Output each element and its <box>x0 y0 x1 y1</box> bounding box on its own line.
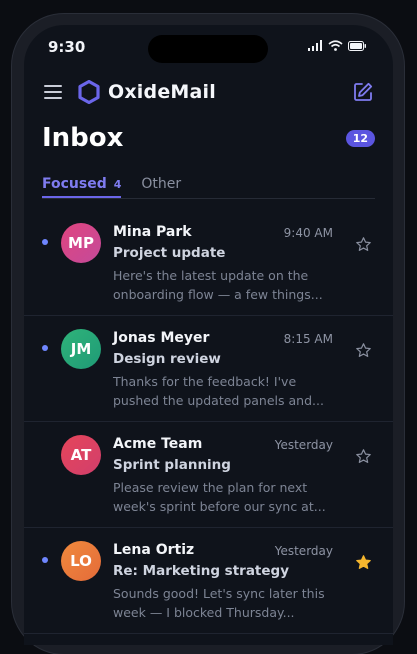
unread-count-badge: 12 <box>345 129 375 147</box>
inbox-title-row: Inbox 12 <box>42 121 375 155</box>
email-row[interactable]: AT Acme Team Yesterday Sprint planning P… <box>24 422 393 528</box>
avatar: AT <box>61 435 101 475</box>
inbox-tabs: Focused 4 Other <box>42 171 375 199</box>
email-time: 8:15 AM <box>283 332 333 346</box>
unread-indicator <box>42 345 48 351</box>
compose-icon <box>354 82 373 101</box>
email-sender: Mina Park <box>113 224 192 240</box>
email-sender: Acme Team <box>113 436 203 452</box>
email-subject: Project update <box>113 245 226 261</box>
email-list: MP Mina Park 9:40 AM Project update Here… <box>24 210 393 634</box>
unread-indicator <box>42 557 48 563</box>
star-button[interactable] <box>353 234 373 254</box>
star-outline-icon <box>355 448 371 463</box>
email-subject: Design review <box>113 351 221 367</box>
email-time: 9:40 AM <box>283 226 333 240</box>
email-subject: Re: Marketing strategy <box>113 563 290 579</box>
email-subject: Sprint planning <box>113 457 231 473</box>
star-button[interactable] <box>353 340 373 360</box>
hamburger-icon <box>44 85 62 99</box>
email-sender: Jonas Meyer <box>113 330 210 346</box>
email-time: Yesterday <box>274 438 333 452</box>
avatar: JM <box>61 329 101 369</box>
email-row[interactable]: LO Lena Ortiz Yesterday Re: Marketing st… <box>24 528 393 634</box>
tab-other[interactable]: Other <box>141 171 181 197</box>
battery-icon <box>348 40 366 51</box>
wifi-icon <box>328 40 343 51</box>
star-outline-icon <box>355 342 371 357</box>
email-time: Yesterday <box>274 544 333 558</box>
email-row[interactable]: MP Mina Park 9:40 AM Project update Here… <box>24 210 393 316</box>
email-row[interactable]: JM Jonas Meyer 8:15 AM Design review Tha… <box>24 316 393 422</box>
email-sender: Lena Ortiz <box>113 542 195 558</box>
status-time: 9:30 <box>48 38 86 56</box>
menu-button[interactable] <box>42 81 64 103</box>
page-title: Inbox <box>42 123 124 153</box>
compose-button[interactable] <box>351 80 375 104</box>
email-preview: Here's the latest update on the onboardi… <box>113 268 323 302</box>
tab-focused[interactable]: Focused 4 <box>42 171 122 198</box>
unread-indicator <box>42 239 48 245</box>
status-icons <box>308 40 367 51</box>
app-title: OxideMail <box>108 81 216 103</box>
avatar: MP <box>61 223 101 263</box>
app-header: OxideMail <box>42 77 375 107</box>
signal-icon <box>308 40 322 51</box>
tab-focused-count: 4 <box>113 177 122 191</box>
tab-other-label: Other <box>141 176 182 192</box>
star-filled-icon <box>355 554 371 569</box>
email-preview: Sounds good! Let's sync later this week … <box>113 586 325 620</box>
avatar: LO <box>61 541 101 581</box>
phone-screen: 9:30 OxideMail Inbox 12 Focused 4 Other … <box>24 25 393 645</box>
email-preview: Please review the plan for next week's s… <box>113 480 326 514</box>
tab-focused-label: Focused <box>42 176 107 192</box>
app-logo <box>78 80 100 104</box>
dynamic-island <box>148 35 268 63</box>
hexagon-logo-icon <box>78 80 100 104</box>
star-button[interactable] <box>353 552 373 572</box>
email-preview: Thanks for the feedback! I've pushed the… <box>113 374 324 408</box>
star-button[interactable] <box>353 446 373 466</box>
star-outline-icon <box>355 236 371 251</box>
